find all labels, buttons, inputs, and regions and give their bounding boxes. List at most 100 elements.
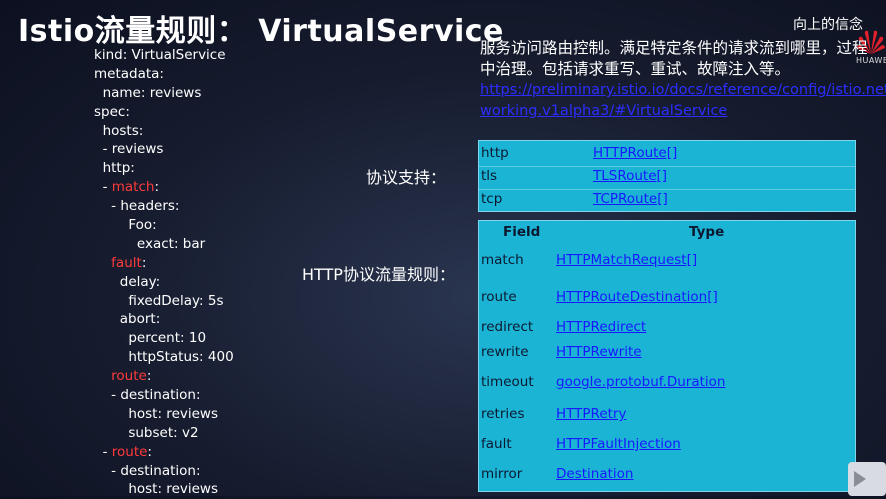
- column-header-field: Field: [503, 224, 541, 240]
- http-type-link[interactable]: HTTPRouteDestination[]: [556, 289, 718, 305]
- http-rule-row: mirror Destination: [479, 466, 855, 486]
- code-text: metadata:: [94, 65, 164, 82]
- code-line: - destination:: [94, 386, 234, 405]
- code-text: -: [94, 443, 112, 460]
- http-field-name: mirror: [481, 466, 523, 482]
- code-text: httpStatus: 400: [94, 349, 234, 366]
- http-type-link[interactable]: HTTPRetry: [556, 406, 626, 422]
- http-rule-row: match HTTPMatchRequest[]: [479, 252, 855, 272]
- http-type-link[interactable]: HTTPFaultInjection: [556, 436, 681, 452]
- code-line: percent: 10: [94, 329, 234, 348]
- code-text: host: reviews: [94, 405, 218, 422]
- code-text: - destination:: [94, 462, 201, 479]
- http-type-link[interactable]: Destination: [556, 466, 633, 482]
- code-line: httpStatus: 400: [94, 348, 234, 367]
- code-text: - destination:: [94, 387, 201, 404]
- code-keyword: route: [111, 368, 147, 385]
- description-text: 服务访问路由控制。满足特定条件的请求流到哪里，过程中治理。包括请求重写、重试、故…: [480, 39, 868, 78]
- code-text: - headers:: [94, 198, 180, 215]
- code-line: hosts:: [94, 122, 234, 141]
- code-text: :: [146, 368, 152, 385]
- doc-link-wrapped[interactable]: working.v1alpha3/#VirtualService: [480, 101, 886, 122]
- protocol-table: http HTTPRoute[] tls TLSRoute[] tcp TCPRoute[…: [478, 140, 856, 212]
- http-field-name: match: [481, 252, 524, 268]
- code-text: spec:: [94, 103, 130, 120]
- protocol-row: tcp TCPRoute[]: [479, 191, 855, 211]
- http-rule-row: redirect HTTPRedirect: [479, 319, 855, 339]
- code-line: - route:: [94, 443, 234, 462]
- protocol-name: tcp: [481, 191, 503, 207]
- code-text: subset: v2: [94, 424, 199, 441]
- code-line: abort:: [94, 310, 234, 329]
- code-text: percent: 10: [94, 330, 207, 347]
- code-line: - match:: [94, 178, 234, 197]
- code-line: exact: bar: [94, 235, 234, 254]
- protocol-name: http: [481, 145, 509, 161]
- http-rule-row: rewrite HTTPRewrite: [479, 344, 855, 364]
- video-control[interactable]: [848, 462, 886, 496]
- code-text: fixedDelay: 5s: [94, 292, 224, 309]
- protocol-name: tls: [481, 168, 498, 184]
- code-line: - reviews: [94, 140, 234, 159]
- code-text: host: reviews: [94, 481, 218, 498]
- http-rule-row: route HTTPRouteDestination[]: [479, 289, 855, 309]
- code-line: - headers:: [94, 197, 234, 216]
- http-type-link[interactable]: HTTPRewrite: [556, 344, 642, 360]
- code-line: name: reviews: [94, 84, 234, 103]
- code-text: -: [94, 179, 112, 196]
- http-field-name: rewrite: [481, 344, 529, 360]
- code-text: name: reviews: [94, 84, 202, 101]
- http-field-name: redirect: [481, 319, 534, 335]
- protocol-type-link[interactable]: HTTPRoute[]: [593, 145, 677, 161]
- code-line: metadata:: [94, 65, 234, 84]
- description-block: 服务访问路由控制。满足特定条件的请求流到哪里，过程中治理。包括请求重写、重试、故…: [480, 38, 886, 122]
- play-icon: [854, 471, 866, 487]
- code-text: http:: [94, 160, 135, 177]
- http-field-name: retries: [481, 406, 525, 422]
- code-line: Foo:: [94, 216, 234, 235]
- http-field-name: timeout: [481, 374, 534, 390]
- http-type-link[interactable]: HTTPMatchRequest[]: [556, 252, 697, 268]
- row-divider: [479, 189, 855, 190]
- code-text: Foo:: [94, 217, 157, 234]
- column-header-type: Type: [689, 224, 725, 240]
- row-divider: [479, 166, 855, 167]
- code-line: spec:: [94, 103, 234, 122]
- protocol-type-link[interactable]: TCPRoute[]: [593, 191, 668, 207]
- code-line: host: reviews: [94, 480, 234, 499]
- code-line: fixedDelay: 5s: [94, 292, 234, 311]
- yaml-code-block: kind: VirtualService metadata: name: revi…: [94, 46, 234, 499]
- http-rules-table: Field Type match HTTPMatchRequest[] route HTT…: [478, 220, 856, 492]
- protocol-support-label: 协议支持：: [366, 168, 447, 187]
- code-text: - reviews: [94, 141, 164, 158]
- slide-title: Istio流量规则： VirtualService: [18, 14, 504, 49]
- slogan-text: 向上的信念: [793, 17, 863, 33]
- http-type-link[interactable]: HTTPRedirect: [556, 319, 646, 335]
- http-rule-row: fault HTTPFaultInjection: [479, 436, 855, 456]
- code-line: kind: VirtualService: [94, 46, 234, 65]
- code-text: exact: bar: [94, 235, 206, 252]
- doc-link[interactable]: https://preliminary.istio.io/docs/refere…: [480, 80, 886, 101]
- code-text: hosts:: [94, 122, 144, 139]
- code-text: :: [154, 179, 160, 196]
- code-text: delay:: [94, 273, 161, 290]
- http-rules-label: HTTP协议流量规则：: [302, 265, 455, 284]
- code-text: :: [141, 254, 147, 271]
- code-line: subset: v2: [94, 424, 234, 443]
- code-keyword: fault: [111, 254, 142, 271]
- protocol-type-link[interactable]: TLSRoute[]: [593, 168, 667, 184]
- protocol-row: tls TLSRoute[]: [479, 168, 855, 188]
- code-line: route:: [94, 367, 234, 386]
- code-line: delay:: [94, 273, 234, 292]
- code-line: fault:: [94, 254, 234, 273]
- code-keyword: route: [111, 443, 148, 460]
- http-type-link[interactable]: google.protobuf.Duration: [556, 374, 725, 390]
- http-field-name: route: [481, 289, 517, 305]
- code-keyword: match: [111, 179, 155, 196]
- code-line: - destination:: [94, 462, 234, 481]
- code-text: :: [147, 443, 152, 460]
- code-line: http:: [94, 159, 234, 178]
- code-text: abort:: [94, 311, 161, 328]
- http-rule-row: retries HTTPRetry: [479, 406, 855, 426]
